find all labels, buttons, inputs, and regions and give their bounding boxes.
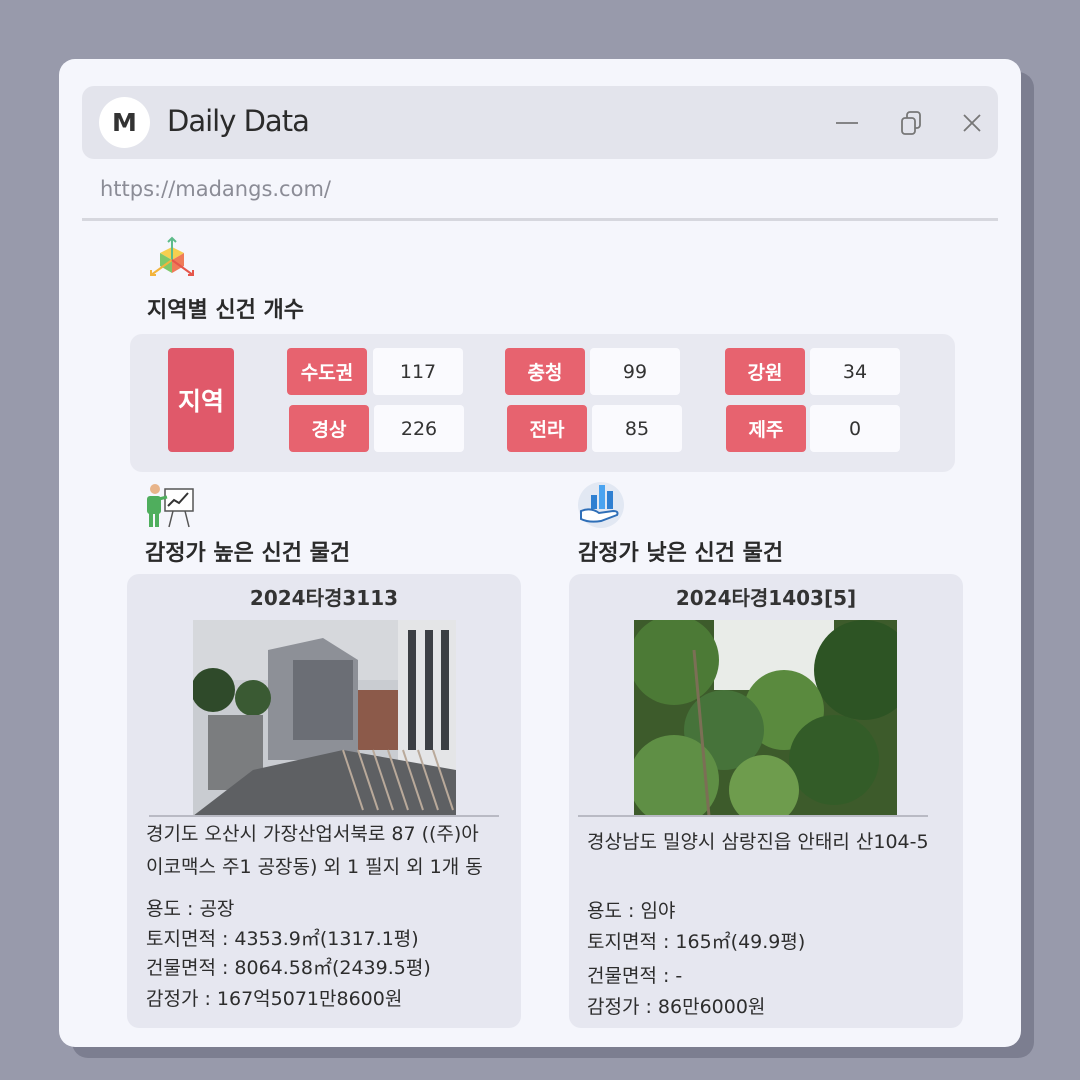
high-item-section-title: 감정가 높은 신건 물건 <box>145 541 351 566</box>
close-icon[interactable] <box>957 108 987 138</box>
region-label: 지역 <box>168 348 234 452</box>
high-item-photo-divider <box>149 815 499 817</box>
region-tag-chungcheong: 충청 <box>505 348 585 395</box>
region-tag-gangwon: 강원 <box>725 348 805 395</box>
high-item-appraisal: 감정가 : 167억5071만8600원 <box>146 988 403 1010</box>
low-item-building-area: 건물면적 : - <box>587 965 683 987</box>
low-item-photo-divider <box>578 815 928 817</box>
high-item-case-number[interactable]: 2024타경3113 <box>127 582 521 611</box>
cube-axes-icon <box>150 236 194 276</box>
low-item-section-title: 감정가 낮은 신건 물건 <box>578 541 784 566</box>
region-count-gyeongsang: 226 <box>374 405 464 452</box>
app-logo: M <box>99 97 150 148</box>
high-item-photo <box>193 620 456 816</box>
app-title: Daily Data <box>167 104 310 138</box>
minimize-icon[interactable] <box>832 108 862 138</box>
low-item-usage: 용도 : 임야 <box>587 900 676 922</box>
header-divider <box>82 218 998 221</box>
region-count-capital: 117 <box>373 348 463 395</box>
low-item-card[interactable]: 2024타경1403[5] 경상남도 밀양시 삼랑진읍 안태리 산104-5 용… <box>569 574 963 1028</box>
high-item-land-area: 토지면적 : 4353.9㎡(1317.1평) <box>146 928 419 950</box>
low-item-photo <box>634 620 897 816</box>
high-item-address-line1: 경기도 오산시 가장산업서북로 87 ((주)아 <box>146 823 479 845</box>
region-tag-capital: 수도권 <box>287 348 367 395</box>
low-item-case-number[interactable]: 2024타경1403[5] <box>569 582 963 611</box>
low-item-land-area: 토지면적 : 165㎡(49.9평) <box>587 931 806 953</box>
presentation-chart-icon <box>147 484 194 528</box>
region-count-chungcheong: 99 <box>590 348 680 395</box>
high-item-card[interactable]: 2024타경3113 경기도 오산시 가장산업서북로 87 ((주)아 이코맥스… <box>127 574 521 1028</box>
low-item-address-line1: 경상남도 밀양시 삼랑진읍 안태리 산104-5 <box>587 831 929 853</box>
app-window: M Daily Data https://madangs.com/ 지역별 신건… <box>59 59 1021 1047</box>
title-bar: M Daily Data <box>82 86 998 159</box>
hand-bar-chart-icon <box>578 482 624 528</box>
region-section-title: 지역별 신건 개수 <box>147 298 304 323</box>
restore-icon[interactable] <box>897 108 927 138</box>
region-tag-jeju: 제주 <box>726 405 806 452</box>
url-text[interactable]: https://madangs.com/ <box>100 177 331 201</box>
region-count-panel: 지역 수도권 117 경상 226 충청 99 전라 85 강원 34 제주 0 <box>130 334 955 472</box>
region-count-jeolla: 85 <box>592 405 682 452</box>
high-item-usage: 용도 : 공장 <box>146 898 235 920</box>
region-count-jeju: 0 <box>810 405 900 452</box>
region-tag-gyeongsang: 경상 <box>289 405 369 452</box>
high-item-address-line2: 이코맥스 주1 공장동) 외 1 필지 외 1개 동 <box>146 856 483 878</box>
high-item-building-area: 건물면적 : 8064.58㎡(2439.5평) <box>146 957 431 979</box>
region-tag-jeolla: 전라 <box>507 405 587 452</box>
low-item-appraisal: 감정가 : 86만6000원 <box>587 996 766 1018</box>
region-count-gangwon: 34 <box>810 348 900 395</box>
